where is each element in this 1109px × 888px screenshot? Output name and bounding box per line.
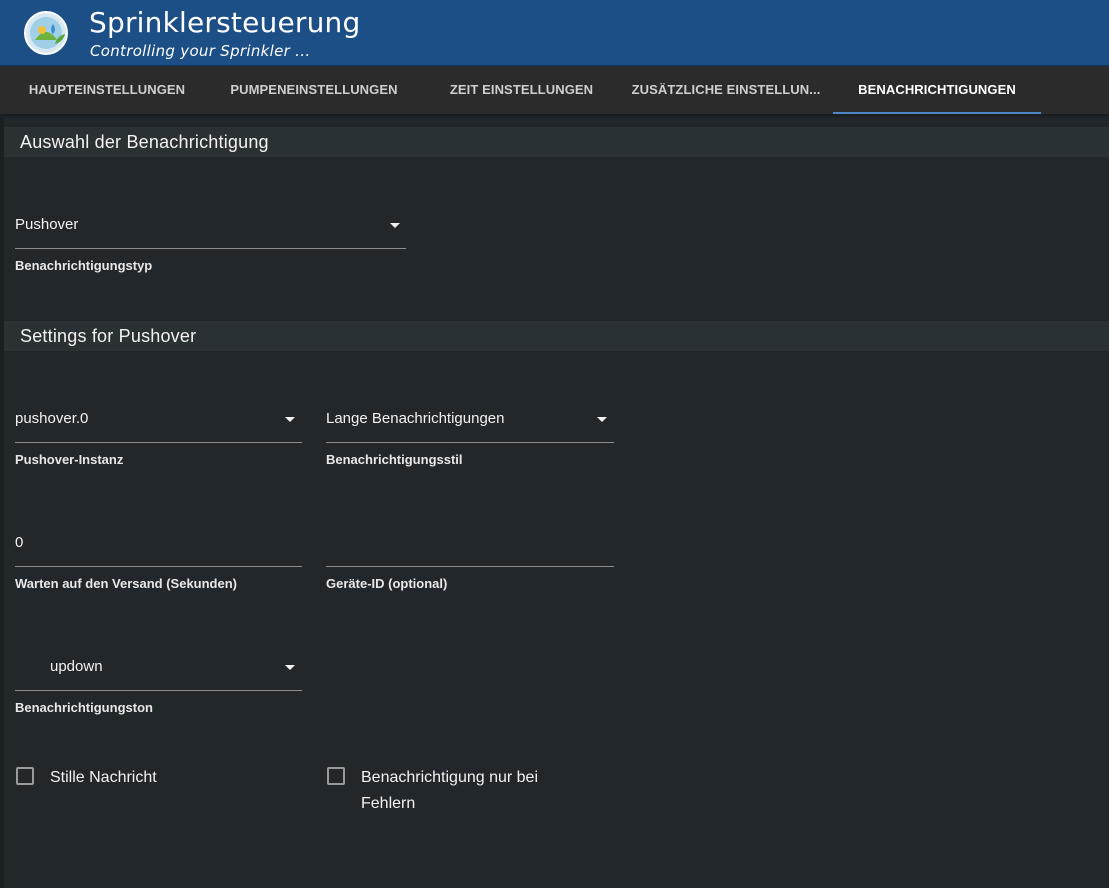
- field-underline: [15, 248, 406, 249]
- section-title-pushover: Settings for Pushover: [20, 326, 197, 346]
- tab-bar: HAUPTEINSTELLUNGEN PUMPENEINSTELLUNGEN Z…: [0, 66, 1109, 114]
- active-tab-indicator: [833, 112, 1041, 114]
- notification-style-select[interactable]: Lange Benachrichtigungen Benachrichtigun…: [326, 408, 614, 468]
- silent-message-checkbox[interactable]: [16, 767, 34, 785]
- errors-only-checkbox[interactable]: [327, 767, 345, 785]
- tab-pumpeneinstellungen[interactable]: PUMPENEINSTELLUNGEN: [210, 66, 418, 114]
- send-delay-label: Warten auf den Versand (Sekunden): [15, 576, 238, 591]
- section-header-selection: Auswahl der Benachrichtigung: [4, 127, 1109, 157]
- pushover-instance-select[interactable]: pushover.0 Pushover-Instanz: [15, 408, 302, 468]
- field-underline: [15, 442, 302, 443]
- device-id-input[interactable]: Geräte-ID (optional): [326, 532, 614, 592]
- device-id-label: Geräte-ID (optional): [326, 576, 448, 591]
- notification-sound-value: updown: [50, 658, 103, 675]
- send-delay-input[interactable]: 0 Warten auf den Versand (Sekunden): [15, 532, 302, 592]
- tab-haupteinstellungen[interactable]: HAUPTEINSTELLUNGEN: [4, 66, 210, 114]
- sprinkler-logo-icon: [24, 11, 68, 55]
- pushover-instance-label: Pushover-Instanz: [15, 452, 124, 467]
- field-underline: [15, 566, 302, 567]
- notification-type-label: Benachrichtigungstyp: [15, 258, 153, 273]
- notification-sound-label: Benachrichtigungston: [15, 700, 153, 715]
- chevron-down-icon: [390, 223, 400, 228]
- field-underline: [15, 690, 302, 691]
- tab-benachrichtigungen[interactable]: BENACHRICHTIGUNGEN: [833, 66, 1041, 114]
- section-title-selection: Auswahl der Benachrichtigung: [20, 132, 269, 152]
- errors-only-label[interactable]: Benachrichtigung nur bei Fehlern: [361, 765, 591, 817]
- silent-message-label[interactable]: Stille Nachricht: [50, 765, 157, 791]
- chevron-down-icon: [597, 417, 607, 422]
- tab-zusaetzliche-einstellungen[interactable]: ZUSÄTZLICHE EINSTELLUN...: [627, 66, 825, 114]
- send-delay-value: 0: [15, 534, 24, 551]
- notification-type-value: Pushover: [15, 216, 79, 233]
- tab-zeit-einstellungen[interactable]: ZEIT EINSTELLUNGEN: [418, 66, 625, 114]
- notification-style-value: Lange Benachrichtigungen: [326, 410, 505, 427]
- chevron-down-icon: [285, 417, 295, 422]
- pushover-instance-value: pushover.0: [15, 410, 89, 427]
- notification-sound-select[interactable]: updown Benachrichtigungston: [15, 656, 302, 716]
- app-subtitle: Controlling your Sprinkler ...: [90, 42, 311, 60]
- app-title: Sprinklersteuerung: [89, 6, 361, 39]
- notification-type-select[interactable]: Pushover Benachrichtigungstyp: [15, 214, 406, 274]
- field-underline: [326, 566, 614, 567]
- chevron-down-icon: [285, 665, 295, 670]
- app-header: Sprinklersteuerung Controlling your Spri…: [0, 0, 1109, 66]
- section-header-pushover: Settings for Pushover: [4, 321, 1109, 351]
- left-edge: [0, 114, 4, 888]
- field-underline: [326, 442, 614, 443]
- notification-style-label: Benachrichtigungsstil: [326, 452, 463, 467]
